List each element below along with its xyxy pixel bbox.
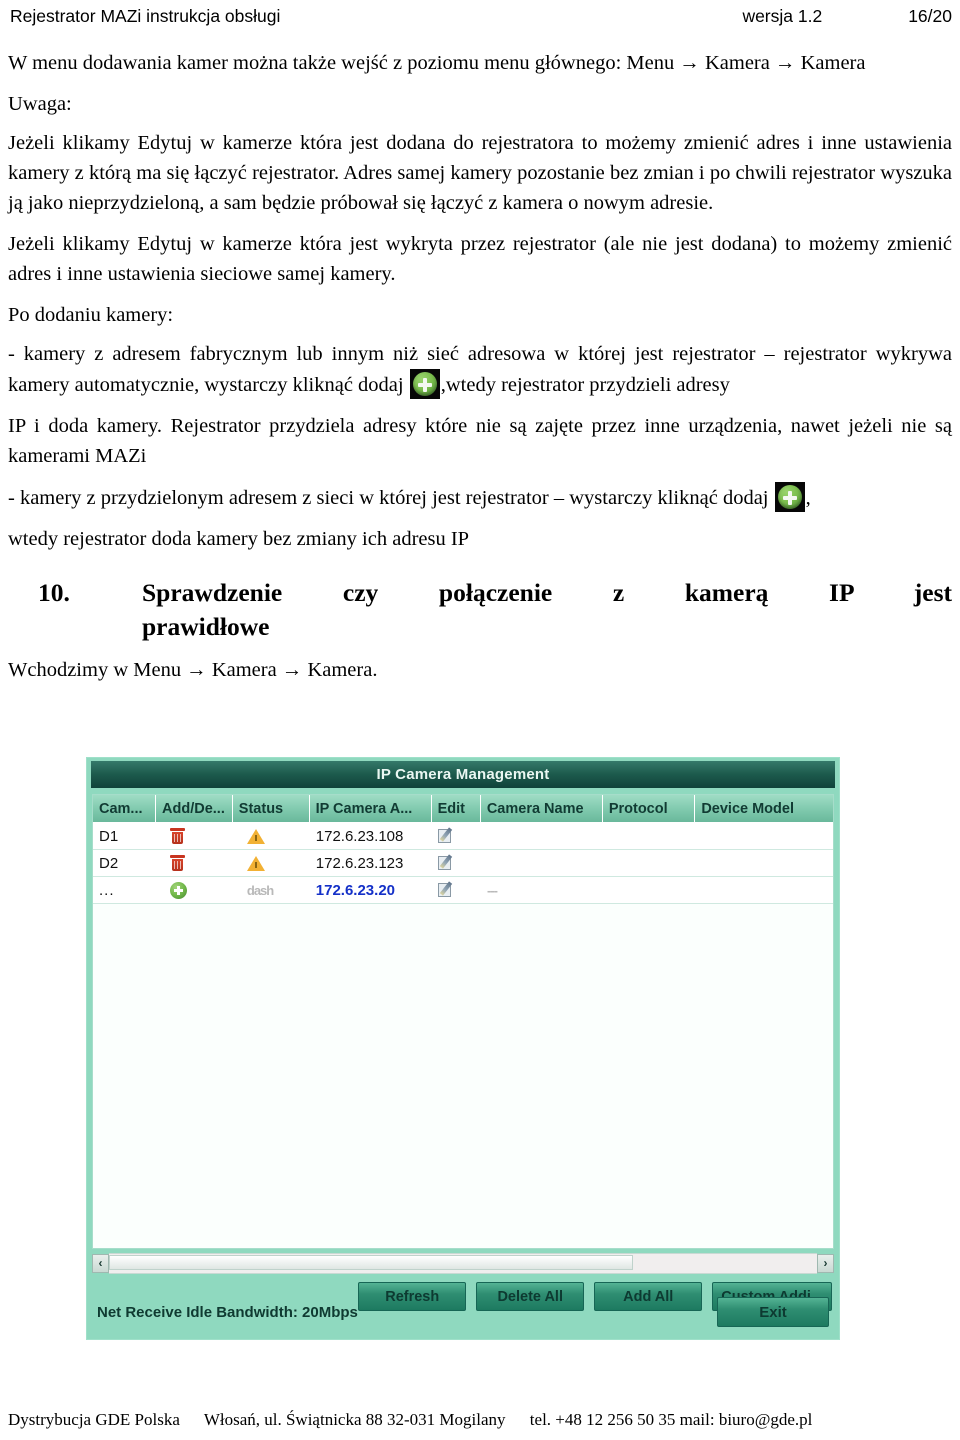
- cell-status: dash: [233, 877, 310, 903]
- cell-add-delete[interactable]: [156, 823, 233, 849]
- column-header-add-delete[interactable]: Add/De...: [156, 795, 233, 822]
- paragraph-note-label: Uwaga:: [8, 93, 72, 116]
- paragraph-factory-address-cameras: - kamery z adresem fabrycznym lub innym …: [8, 339, 952, 400]
- cell-add-delete[interactable]: [156, 877, 233, 903]
- paragraph-after-adding-label: Po dodaniu kamery:: [8, 304, 174, 327]
- section-heading: 10. Sprawdzenie czy połączenie z kamerą …: [8, 576, 952, 642]
- footer-contact: tel. +48 12 256 50 35 mail: biuro@gde.pl: [529, 1410, 813, 1429]
- add-plus-icon: [409, 369, 440, 400]
- page-footer: Dystrybucja GDE Polska Włosań, ul. Świąt…: [8, 1410, 952, 1430]
- cell-status: [233, 850, 310, 876]
- section-number: 10.: [38, 578, 70, 608]
- table-row[interactable]: D1 172.6.23.108: [93, 823, 833, 850]
- add-plus-icon-vertical: [422, 377, 427, 392]
- cell-camera: ...: [99, 881, 115, 899]
- dvr-window-title: IP Camera Management: [91, 761, 835, 788]
- document-body: W menu dodawania kamer można także wejść…: [8, 48, 952, 685]
- ip-camera-management-window: IP Camera Management Cam... Add/De... St…: [86, 757, 840, 1340]
- footer-address: Włosań, ul. Świątnicka 88 32-031 Mogilan…: [203, 1410, 506, 1429]
- column-header-edit[interactable]: Edit: [432, 795, 481, 822]
- paragraph-edit-detected-camera: Jeżeli klikamy Edytuj w kamerze która je…: [8, 233, 952, 286]
- footer-company: Dystrybucja GDE Polska: [8, 1410, 180, 1429]
- cell-ip-address: 172.6.23.123: [315, 854, 404, 872]
- table-row[interactable]: ... dash 172.6.23.20 ---: [93, 877, 833, 904]
- trash-icon[interactable]: [169, 828, 185, 844]
- cell-camera: D2: [99, 854, 119, 872]
- exit-button[interactable]: Exit: [717, 1297, 829, 1327]
- section-title-line-2: prawidłowe: [142, 611, 270, 641]
- column-header-status[interactable]: Status: [233, 795, 310, 822]
- page-number: 16/20: [908, 6, 952, 26]
- paragraph-assigned-address-cameras: - kamery z przydzielonym adresem z sieci…: [8, 482, 952, 513]
- text-assigned-address-part1: - kamery z przydzielonym adresem z sieci…: [8, 487, 774, 510]
- text-factory-address-part2: ,wtedy rejestrator przydzieli adresy: [440, 374, 730, 397]
- status-bar: Net Receive Idle Bandwidth: 20Mbps Exit: [97, 1297, 829, 1327]
- cell-status: [233, 823, 310, 849]
- bandwidth-status-text: Net Receive Idle Bandwidth: 20Mbps: [97, 1303, 358, 1321]
- paragraph-edit-added-camera: Jeżeli klikamy Edytuj w kamerze która je…: [8, 132, 952, 215]
- scrollbar-thumb[interactable]: [109, 1254, 633, 1270]
- section-title-line-1: Sprawdzenie czy połączenie z kamerą IP j…: [142, 578, 952, 608]
- column-header-device-model[interactable]: Device Model: [695, 795, 833, 822]
- cell-camera-name: [481, 823, 603, 849]
- cell-device-model: [695, 850, 833, 876]
- cell-protocol: [603, 850, 695, 876]
- camera-table: Cam... Add/De... Status IP Camera A... E…: [92, 794, 834, 1249]
- trash-icon[interactable]: [169, 855, 185, 871]
- scroll-left-arrow-icon[interactable]: ‹: [92, 1253, 109, 1273]
- cell-protocol: [603, 877, 695, 903]
- cell-edit[interactable]: [432, 850, 481, 876]
- edit-pencil-icon[interactable]: [437, 827, 456, 844]
- trash-icon-lid: [169, 855, 185, 858]
- paragraph-no-ip-change: wtedy rejestrator doda kamery bez zmiany…: [8, 528, 470, 551]
- add-plus-icon-vertical: [177, 885, 180, 895]
- column-header-camera-name[interactable]: Camera Name: [481, 795, 603, 822]
- document-version: wersja 1.2: [742, 6, 823, 26]
- cell-camera-name: ---: [486, 882, 498, 898]
- cell-camera: D1: [99, 827, 119, 845]
- section-title: Sprawdzenie czy połączenie z kamerą IP j…: [142, 576, 952, 642]
- cell-edit[interactable]: [432, 823, 481, 849]
- edit-pencil-icon[interactable]: [437, 881, 456, 898]
- table-row[interactable]: D2 172.6.23.123: [93, 850, 833, 877]
- column-header-camera[interactable]: Cam...: [93, 795, 157, 822]
- horizontal-scrollbar[interactable]: ‹ ›: [92, 1252, 834, 1274]
- trash-icon-lid: [169, 828, 185, 831]
- trash-icon-body: [171, 858, 183, 871]
- paragraph-menu-path: W menu dodawania kamer można także wejść…: [8, 52, 866, 74]
- cell-device-model: [695, 877, 833, 903]
- status-dash: dash: [246, 882, 274, 898]
- cell-ip-address: 172.6.23.108: [315, 827, 404, 845]
- cell-edit[interactable]: [432, 877, 481, 903]
- trash-icon-body: [171, 831, 183, 844]
- cell-protocol: [603, 823, 695, 849]
- add-plus-icon[interactable]: [169, 881, 187, 899]
- page-header: Rejestrator MAZi instrukcja obsługi wers…: [10, 6, 952, 30]
- paragraph-ip-assignment: IP i doda kamery. Rejestrator przydziela…: [8, 415, 952, 468]
- edit-pencil-icon[interactable]: [437, 854, 456, 871]
- add-plus-icon-2-vertical: [787, 490, 792, 505]
- cell-device-model: [695, 823, 833, 849]
- scroll-right-arrow-icon[interactable]: ›: [817, 1253, 834, 1273]
- column-header-protocol[interactable]: Protocol: [603, 795, 696, 822]
- cell-camera-name: [481, 850, 603, 876]
- scrollbar-track[interactable]: [109, 1252, 817, 1274]
- warning-triangle-icon-mark: [254, 835, 257, 841]
- camera-table-header: Cam... Add/De... Status IP Camera A... E…: [93, 795, 833, 823]
- text-assigned-address-part2: ,: [805, 487, 811, 510]
- cell-add-delete[interactable]: [156, 850, 233, 876]
- warning-triangle-icon: [246, 855, 265, 871]
- add-plus-icon-2: [774, 482, 805, 513]
- warning-triangle-icon-mark: [254, 862, 257, 868]
- cell-ip-address: 172.6.23.20: [315, 881, 396, 899]
- paragraph-enter-menu: Wchodzimy w Menu → Kamera → Kamera.: [8, 658, 378, 681]
- column-header-ip-address[interactable]: IP Camera A...: [310, 795, 432, 822]
- warning-triangle-icon: [246, 828, 265, 844]
- document-title: Rejestrator MAZi instrukcja obsługi: [10, 6, 281, 26]
